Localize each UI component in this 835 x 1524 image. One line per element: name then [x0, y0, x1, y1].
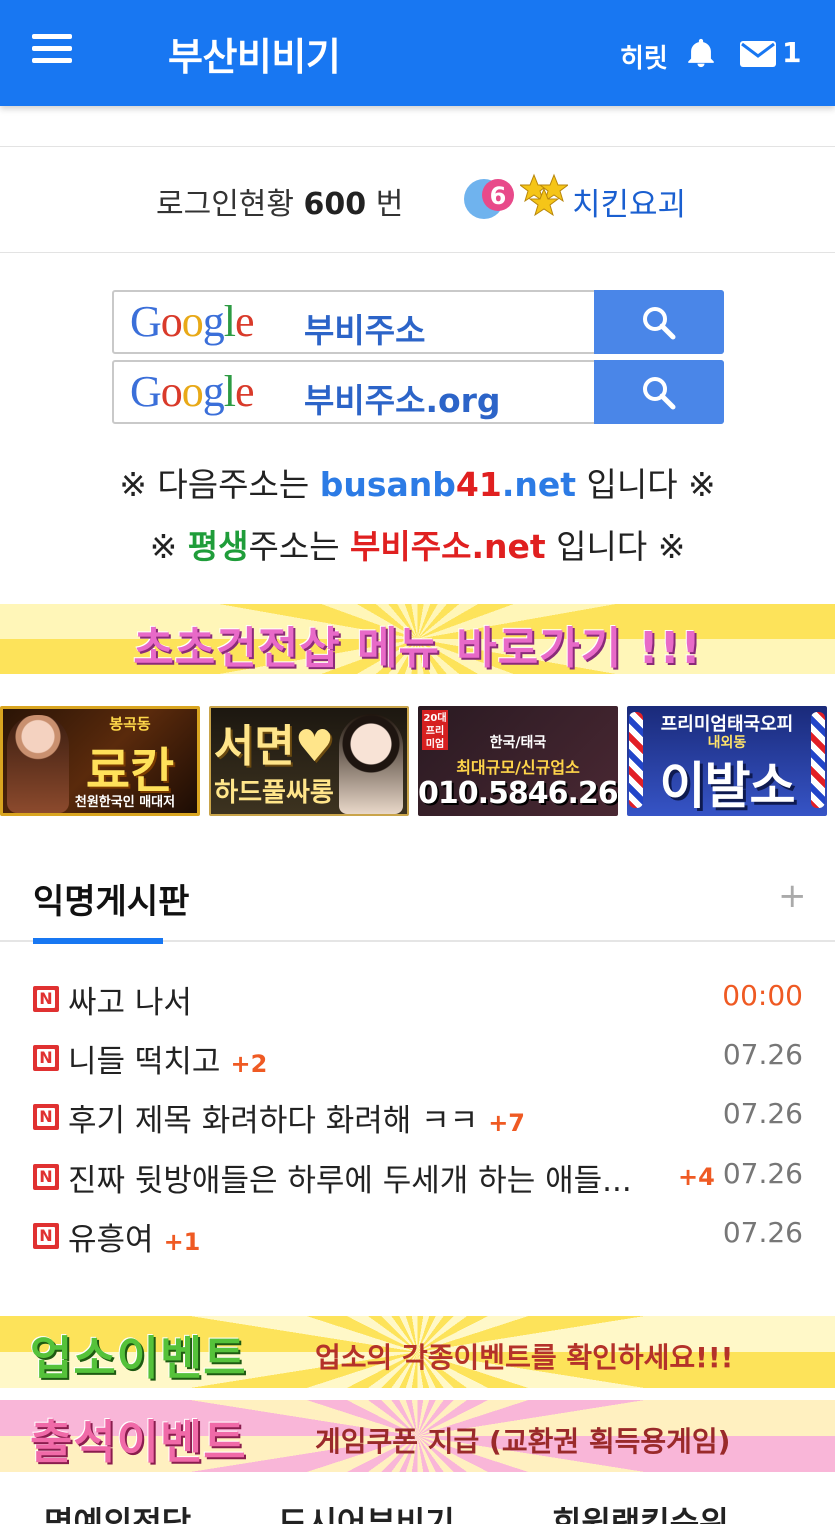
google-search-box-2[interactable]: Google 부비주소.org [112, 360, 724, 424]
event-subtitle: 업소의 각종이벤트를 확인하세요!!! [315, 1341, 734, 1374]
ad-text: 서면♥ [213, 721, 335, 772]
ad-text: 한국/태국 [489, 735, 547, 751]
login-status-bar: 로그인현황 600 번 6 치킨요괴 [0, 146, 835, 253]
address-part: 41 [455, 465, 502, 504]
ad-banner-row: 봉곡동 료칸 천원한국인 매대저 서면♥ 하드풀싸롱 20대 프리미엄 한국/태… [0, 706, 835, 816]
post-title: 유흥여 [68, 1222, 154, 1258]
ad-text: 하드풀싸롱 [214, 778, 334, 808]
comment-count: +7 [488, 1109, 525, 1137]
notice-text: 입니다 ※ [545, 527, 686, 566]
comment-count: +4 [678, 1163, 715, 1191]
level-number: 6 [490, 182, 507, 210]
new-post-icon: N [33, 986, 59, 1012]
site-title[interactable]: 부산비비기 [168, 26, 341, 81]
login-count-unit: 번 [375, 187, 404, 222]
post-title[interactable]: 싸고 나서 [68, 977, 192, 1022]
list-item[interactable]: N 싸고 나서 00:00 [33, 975, 803, 1021]
new-post-icon: N [33, 1104, 59, 1130]
search-icon [643, 307, 676, 340]
post-title[interactable]: 진짜 뒷방애들은 하루에 두세개 하는 애들... [68, 1155, 648, 1200]
permanent-address-notice: ※ 평생주소는 부비주소.net 입니다 ※ [0, 520, 835, 568]
comment-count: +1 [163, 1228, 201, 1256]
event-subtitle: 게임쿠폰 지급 (교환권 획득용게임) [315, 1425, 731, 1458]
bottom-menu-item[interactable]: 도시어부비기 [278, 1498, 455, 1524]
board-title[interactable]: 익명게시판 [33, 874, 189, 923]
notice-highlight: 평생 [187, 527, 249, 566]
post-date: 00:00 [722, 979, 803, 1012]
ad-text: 천원한국인 매대저 [74, 795, 176, 810]
search-button[interactable] [594, 360, 724, 424]
banner-text: 초초건전샵 메뉴 바로가기 !!! [133, 623, 702, 674]
active-tab-indicator [33, 938, 163, 944]
mail-count-badge[interactable]: 1 [782, 36, 801, 69]
post-date: 07.26 [722, 1038, 803, 1071]
level-badge-icon: 6 [464, 179, 514, 219]
search-icon [643, 377, 676, 410]
google-logo: Google [130, 367, 255, 416]
list-item[interactable]: N 진짜 뒷방애들은 하루에 두세개 하는 애들... +4 07.26 [33, 1153, 803, 1199]
hamburger-menu-icon[interactable] [32, 33, 72, 65]
ad-text: 최대규모/신규업소 [456, 758, 580, 777]
search-button[interactable] [594, 290, 724, 354]
post-title-wrap[interactable]: 유흥여 +1 [68, 1214, 200, 1259]
permanent-address-link[interactable]: 부비주소.net [350, 527, 546, 566]
notice-text: ※ [149, 527, 188, 566]
notice-text: 주소는 [248, 527, 351, 566]
ad-text: 이발소 [659, 757, 796, 815]
post-title: 후기 제목 화려하다 화려해 ㅋㅋ [68, 1103, 479, 1139]
login-status-text: 로그인현황 600 번 [156, 179, 403, 223]
google-logo: Google [130, 297, 255, 346]
post-title-wrap[interactable]: 후기 제목 화려하다 화려해 ㅋㅋ +7 [68, 1095, 525, 1140]
ad-banner[interactable]: 20대 프리미엄 한국/태국 최대규모/신규업소 010.5846.2692 [418, 706, 618, 816]
comment-count: +2 [230, 1050, 268, 1078]
notice-text: 입니다 ※ [576, 465, 716, 504]
google-search-box-1[interactable]: Google 부비주소 [112, 290, 724, 354]
search-query-text[interactable]: 부비주소 [304, 304, 425, 352]
bell-icon[interactable] [684, 36, 718, 70]
address-part: busanb [319, 465, 456, 504]
new-post-icon: N [33, 1164, 59, 1190]
top-app-bar: 부산비비기 히릿 1 [0, 0, 835, 106]
list-item[interactable]: N 니들 떡치고 +2 07.26 [33, 1034, 803, 1080]
board-more-button[interactable]: + [778, 876, 807, 916]
address-part: .net [501, 465, 576, 504]
login-count: 600 [303, 187, 367, 222]
event-title: 출석이벤트 [30, 1415, 247, 1469]
list-item[interactable]: N 유흥여 +1 07.26 [33, 1212, 803, 1258]
next-address-link[interactable]: busanb41.net [320, 465, 576, 504]
login-status-label: 로그인현황 [156, 187, 294, 222]
post-date: 07.26 [722, 1157, 803, 1190]
list-item[interactable]: N 후기 제목 화려하다 화려해 ㅋㅋ +7 07.26 [33, 1093, 803, 1139]
store-event-banner[interactable]: 업소이벤트 업소의 각종이벤트를 확인하세요!!! [0, 1316, 835, 1388]
bottom-menu-item[interactable]: 회원랭킹순위 [552, 1498, 729, 1524]
ad-banner[interactable]: 프리미엄태국오피 내외동 이발소 [627, 706, 827, 816]
user-nickname[interactable]: 히릿 [620, 38, 668, 75]
event-title: 업소이벤트 [30, 1331, 247, 1385]
ad-banner[interactable]: 서면♥ 하드풀싸롱 [209, 706, 409, 816]
member-nickname[interactable]: 치킨요괴 [572, 179, 686, 224]
ad-banner[interactable]: 봉곡동 료칸 천원한국인 매대저 [0, 706, 200, 816]
search-query-text[interactable]: 부비주소.org [304, 374, 501, 422]
post-title: 니들 떡치고 [68, 1044, 221, 1080]
new-post-icon: N [33, 1045, 59, 1071]
post-title-wrap[interactable]: 니들 떡치고 +2 [68, 1036, 267, 1081]
new-post-icon: N [33, 1223, 59, 1249]
post-date: 07.26 [722, 1216, 803, 1249]
mail-icon[interactable] [740, 41, 776, 67]
notice-text: ※ 다음주소는 [119, 465, 320, 504]
post-date: 07.26 [722, 1097, 803, 1130]
bottom-menu-row: 명예의전당 도시어부비기 회원랭킹순위 [0, 1496, 835, 1524]
bottom-menu-item[interactable]: 명예의전당 [44, 1498, 191, 1524]
next-address-notice: ※ 다음주소는 busanb41.net 입니다 ※ [0, 458, 835, 506]
shop-menu-banner[interactable]: 초초건전샵 메뉴 바로가기 !!! [0, 604, 835, 674]
attendance-event-banner[interactable]: 출석이벤트 게임쿠폰 지급 (교환권 획득용게임) [0, 1400, 835, 1472]
ad-phone: 010.5846.2692 [418, 776, 618, 811]
stars-icon [520, 173, 568, 217]
